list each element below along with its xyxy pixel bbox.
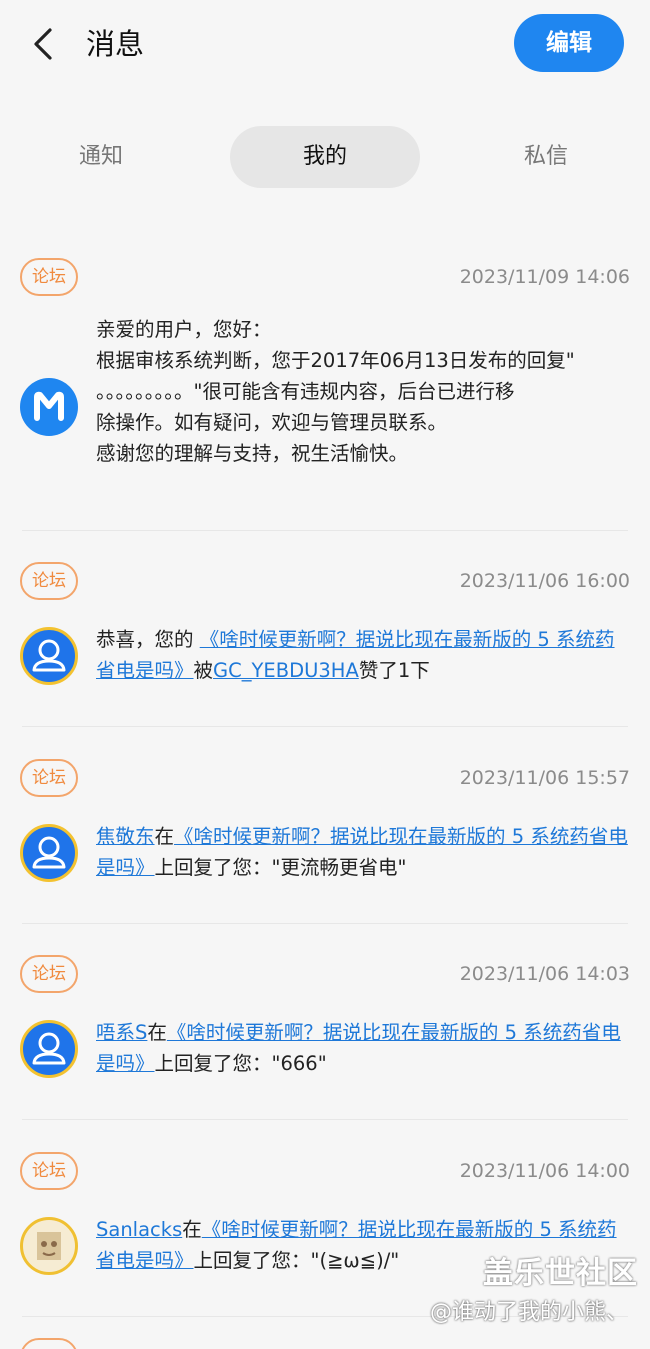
- message-body: 亲爱的用户，您好： 根据审核系统判断，您于2017年06月13日发布的回复" 。…: [96, 314, 630, 469]
- message-line: 除操作。如有疑问，欢迎与管理员联系。: [96, 411, 448, 434]
- message-line: 。。。。。。。。。"很可能含有违规内容，后台已进行移: [96, 380, 515, 403]
- user-avatar[interactable]: [20, 1217, 78, 1275]
- message-text: 在: [182, 1218, 202, 1241]
- message-item[interactable]: 论坛 2023/11/09 14:06 亲爱的用户，您好： 根据审核系统判断，您…: [0, 254, 650, 534]
- message-text: 赞了1下: [358, 659, 430, 682]
- message-line: 根据审核系统判断，您于2017年06月13日发布的回复": [96, 349, 575, 372]
- page-title: 消息: [86, 27, 145, 61]
- back-button[interactable]: [26, 22, 62, 66]
- divider: [22, 1119, 628, 1120]
- messages-screen: 消息 编辑 通知 我的 私信 论坛 2023/11/09 14:06 亲爱的用户…: [0, 0, 650, 1349]
- username-link[interactable]: 唔系S: [96, 1021, 147, 1044]
- user-avatar[interactable]: [20, 1020, 78, 1078]
- message-body: 恭喜，您的 《啥时候更新啊？据说比现在最新版的 5 系统药省电是吗》被GC_YE…: [96, 624, 630, 686]
- message-text: 上回复了您："666": [154, 1052, 327, 1075]
- divider: [22, 726, 628, 727]
- photo-avatar: [37, 1232, 61, 1260]
- tab-bar: 通知 我的 私信: [0, 126, 650, 188]
- system-m-icon: [34, 391, 64, 421]
- message-body: 焦敬东在《啥时候更新啊？据说比现在最新版的 5 系统药省电是吗》上回复了您："更…: [96, 821, 630, 883]
- chevron-left-icon: [34, 28, 52, 60]
- message-text: 在: [154, 825, 175, 848]
- watermark-site: 盖乐世社区: [483, 1256, 638, 1291]
- message-item[interactable]: 论坛 2023/11/06 14:00 Sanlacks在《啥时候更新啊？据说比…: [0, 1148, 650, 1318]
- message-body: 唔系S在《啥时候更新啊？据说比现在最新版的 5 系统药省电是吗》上回复了您："6…: [96, 1017, 630, 1079]
- system-avatar: [20, 378, 78, 436]
- tab-notifications[interactable]: 通知: [30, 126, 172, 188]
- divider: [22, 923, 628, 924]
- message-time: 2023/11/06 16:00: [459, 570, 630, 592]
- edit-button[interactable]: 编辑: [514, 14, 624, 72]
- message-text: 恭喜，您的: [96, 628, 200, 651]
- message-time: 2023/11/06 14:03: [459, 963, 630, 985]
- tab-private-messages[interactable]: 私信: [474, 126, 618, 188]
- message-text: 被: [193, 659, 214, 682]
- message-line: 亲爱的用户，您好：: [96, 318, 272, 341]
- message-item[interactable]: 论坛 2023/11/06 14:03 唔系S在《啥时候更新啊？据说比现在最新版…: [0, 951, 650, 1121]
- message-item[interactable]: 论坛 2023/11/06 16:00 恭喜，您的 《啥时候更新啊？据说比现在最…: [0, 558, 650, 728]
- forum-badge-partial: [20, 1338, 78, 1349]
- username-link[interactable]: GC_YEBDU3HA: [213, 659, 359, 682]
- message-text: 上回复了您："(≧ω≦)/": [193, 1249, 400, 1272]
- watermark-author: @谁动了我的小熊、: [429, 1300, 628, 1325]
- user-icon: [32, 1032, 66, 1065]
- forum-badge: 论坛: [20, 759, 78, 797]
- user-icon: [32, 836, 66, 869]
- tab-mine[interactable]: 我的: [230, 126, 420, 188]
- forum-badge: 论坛: [20, 1152, 78, 1190]
- user-avatar[interactable]: [20, 824, 78, 882]
- username-link[interactable]: Sanlacks: [96, 1218, 182, 1241]
- message-time: 2023/11/09 14:06: [459, 266, 630, 288]
- message-line: 感谢您的理解与支持，祝生活愉快。: [96, 442, 409, 465]
- user-avatar[interactable]: [20, 627, 78, 685]
- message-text: 在: [147, 1021, 167, 1044]
- forum-badge: 论坛: [20, 955, 78, 993]
- user-icon: [32, 639, 66, 672]
- forum-badge: 论坛: [20, 562, 78, 600]
- message-time: 2023/11/06 14:00: [459, 1160, 630, 1182]
- divider: [22, 530, 628, 531]
- forum-badge: 论坛: [20, 258, 78, 296]
- message-text: 上回复了您："更流畅更省电": [154, 856, 407, 879]
- username-link[interactable]: 焦敬东: [96, 825, 155, 848]
- message-item[interactable]: 论坛 2023/11/06 15:57 焦敬东在《啥时候更新啊？据说比现在最新版…: [0, 755, 650, 925]
- message-time: 2023/11/06 15:57: [459, 767, 630, 789]
- app-header: 消息 编辑: [0, 0, 650, 90]
